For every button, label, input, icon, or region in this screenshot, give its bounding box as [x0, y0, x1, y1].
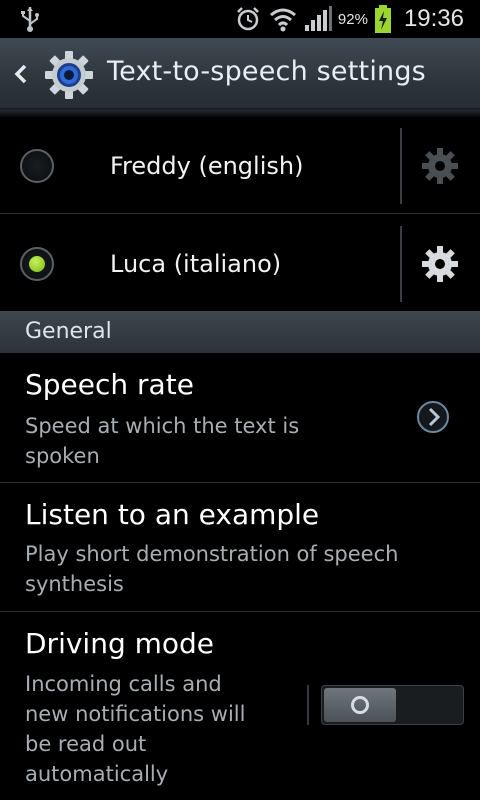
radio-button-selected[interactable]: [20, 247, 54, 281]
chevron-left-icon[interactable]: [10, 60, 30, 88]
section-title: General: [25, 319, 112, 344]
divider: [400, 226, 402, 302]
engine-settings-icon[interactable]: [420, 244, 460, 284]
speech-rate-item[interactable]: Speech rate Speed at which the text is s…: [0, 353, 480, 482]
toggle-off-icon: [351, 696, 369, 714]
chevron-right-icon[interactable]: [416, 400, 450, 434]
status-bar: 92% 19:36: [0, 0, 480, 38]
pref-summary: automatically: [25, 762, 169, 786]
driving-mode-item[interactable]: Driving mode Incoming calls and new noti…: [0, 612, 480, 800]
alarm-icon: [237, 7, 259, 31]
engine-label: Freddy (english): [110, 152, 304, 180]
pref-summary: be read out: [25, 732, 147, 756]
pref-summary: spoken: [25, 444, 100, 468]
battery-charging-icon: [374, 5, 391, 33]
pref-summary: Speed at which the text is: [25, 414, 300, 438]
pref-summary: Incoming calls and: [25, 672, 222, 696]
section-header-general: General: [0, 311, 480, 353]
status-time: 19:36: [403, 5, 464, 32]
engine-settings-icon[interactable]: [420, 146, 460, 186]
radio-button[interactable]: [20, 149, 54, 183]
divider: [400, 128, 402, 204]
divider: [307, 685, 309, 725]
driving-mode-toggle[interactable]: [321, 685, 464, 725]
toggle-knob[interactable]: [324, 688, 396, 722]
wifi-icon: [269, 8, 296, 32]
pref-title: Driving mode: [25, 627, 215, 660]
pref-title: Speech rate: [25, 368, 194, 401]
pref-summary: Play short demonstration of speech: [25, 542, 399, 566]
pref-summary: synthesis: [25, 572, 124, 596]
settings-gear-icon[interactable]: [44, 50, 94, 100]
pref-title: Listen to an example: [25, 498, 320, 531]
engine-row-luca[interactable]: Luca (italiano): [0, 214, 480, 311]
settings-list: Freddy (english) Luca (italiano) General…: [0, 110, 480, 800]
pref-summary: new notifications will: [25, 702, 246, 726]
signal-icon: [304, 6, 332, 31]
usb-icon: [21, 7, 39, 32]
listen-example-item[interactable]: Listen to an example Play short demonstr…: [0, 483, 480, 611]
battery-percent: 92%: [337, 10, 368, 28]
engine-row-freddy[interactable]: Freddy (english): [0, 116, 480, 213]
action-bar: Text-to-speech settings: [0, 38, 480, 110]
engine-label: Luca (italiano): [110, 250, 282, 278]
page-title: Text-to-speech settings: [107, 56, 426, 87]
